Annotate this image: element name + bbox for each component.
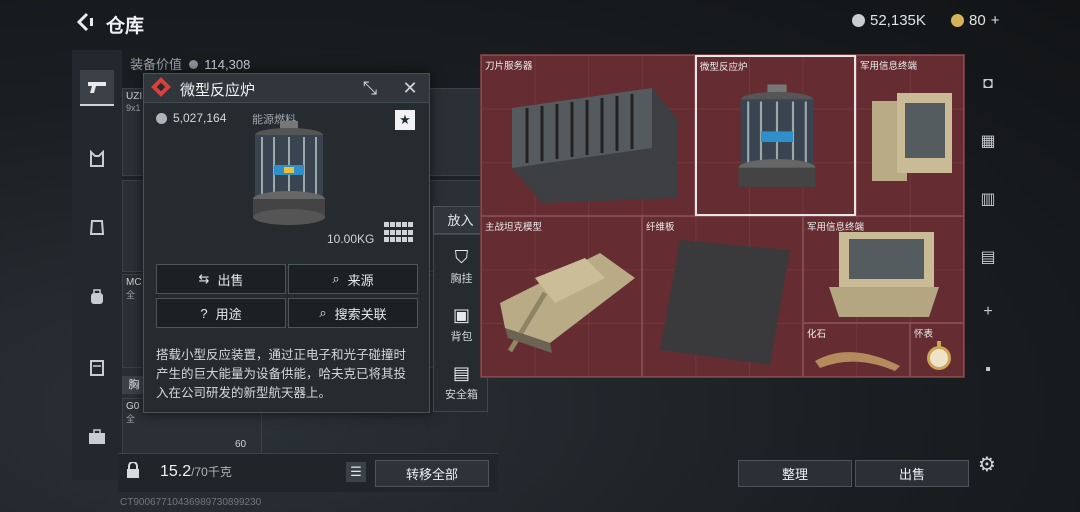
source-button[interactable]: ⌕ 来源 (288, 264, 418, 294)
fossil-image (815, 352, 900, 371)
coin-amount: 52,135K (870, 12, 926, 29)
military-terminal-image (872, 93, 952, 181)
blade-server-image (512, 88, 677, 203)
container-tab-2-icon[interactable]: ▥ (976, 188, 1000, 212)
tank-model-image (500, 253, 635, 353)
player-id: CT90067710436989730899230 (120, 497, 262, 508)
equipment-value: 装备价值 114,308 (130, 57, 251, 72)
premium-balance[interactable]: 80 + (951, 12, 999, 29)
coin-icon (852, 14, 865, 27)
sell-icon: ⇆ (198, 271, 210, 286)
favorite-star-icon[interactable]: ★ (395, 110, 415, 130)
bottom-bar: 15.2/70千克 ☰ 转移全部 (118, 453, 498, 492)
container-item[interactable]: 纤维板 (642, 216, 803, 377)
container-item[interactable]: 主战坦克模型 (481, 216, 642, 377)
container-item[interactable]: 刀片服务器 (481, 55, 695, 216)
coin-icon (156, 112, 167, 124)
coin-icon (188, 60, 198, 69)
search-related-button[interactable]: ⌕ 搜索关联 (288, 298, 418, 328)
search-icon: ⌕ (319, 305, 327, 320)
left-category-rail (72, 50, 122, 480)
container-tab-1-icon[interactable]: ▦ (976, 130, 1000, 154)
ammo-count: 60 (235, 439, 247, 450)
military-terminal-image (829, 232, 939, 317)
case-tab-icon[interactable] (80, 420, 114, 454)
chest-rig-tab-icon[interactable] (80, 142, 114, 176)
item-price: 5,027,164 (156, 111, 226, 125)
pocket-watch-image (927, 341, 951, 370)
sell-button[interactable]: ⇆ 出售 (156, 264, 286, 294)
page-title: 仓库 (106, 16, 145, 37)
storage-arch-icon[interactable]: ◘ (976, 72, 1000, 96)
gear-icon[interactable]: ⚙ (978, 452, 996, 477)
fiberboard-image (660, 240, 790, 365)
back-arrow-icon[interactable] (72, 10, 96, 34)
weapon-tab-icon[interactable] (80, 70, 114, 106)
premium-add-button[interactable]: + (991, 12, 1000, 29)
transfer-all-button[interactable]: 转移全部 (375, 460, 489, 487)
right-container-rail: ◘ ▦ ▥ ▤ + ▪ (968, 54, 1008, 454)
premium-coin-icon (951, 14, 964, 27)
container-item[interactable]: 军用信息终端 (803, 216, 964, 323)
sell-all-button[interactable]: 出售 (855, 460, 969, 487)
question-icon: ? (200, 305, 208, 321)
reactor-image (738, 84, 816, 187)
carry-weight: 15.2/70千克 (160, 463, 232, 480)
container-grid[interactable]: 刀片服务器 微型反应炉 军用信息终端 主战坦克模型 纤维板 军用信息终端 化石 … (480, 54, 965, 378)
lock-icon[interactable] (126, 461, 140, 482)
container-tab-3-icon[interactable]: ▤ (976, 246, 1000, 270)
armor-tab-icon[interactable] (80, 210, 114, 244)
add-tab-icon[interactable]: + (976, 300, 1000, 324)
container-item-selected[interactable]: 微型反应炉 (695, 55, 856, 216)
usage-button[interactable]: ? 用途 (156, 298, 286, 328)
premium-amount: 80 (969, 12, 986, 29)
item-weight: 10.00KG (327, 232, 375, 246)
reactor-image (253, 121, 325, 225)
size-grid-icon (384, 222, 416, 244)
coin-balance[interactable]: 52,135K (852, 12, 926, 29)
sort-button[interactable]: 整理 (738, 460, 852, 487)
lock-icon[interactable]: ▪ (976, 358, 1000, 382)
close-icon[interactable]: ✕ (400, 78, 420, 98)
search-icon: ⌕ (332, 271, 340, 286)
minimize-icon[interactable]: ⤡ (360, 78, 380, 98)
item-detail-popup: 微型反应炉 ⤡ ✕ 5,027,164 能源燃料 ★ 10.00KG ⇆ 出售 ⌕… (143, 73, 430, 413)
pouch-tab-icon[interactable] (80, 350, 114, 384)
container-item[interactable]: 怀表 (910, 323, 964, 377)
container-item[interactable]: 化石 (803, 323, 910, 377)
list-view-icon[interactable]: ☰ (346, 462, 366, 482)
item-title: 微型反应炉 (180, 82, 256, 99)
item-description: 搭载小型反应装置，通过正电子和光子碰撞时产生的巨大能量为设备供能，哈夫克已将其投… (156, 348, 407, 400)
backpack-tab-icon[interactable] (80, 280, 114, 314)
container-item[interactable]: 军用信息终端 (856, 55, 964, 216)
